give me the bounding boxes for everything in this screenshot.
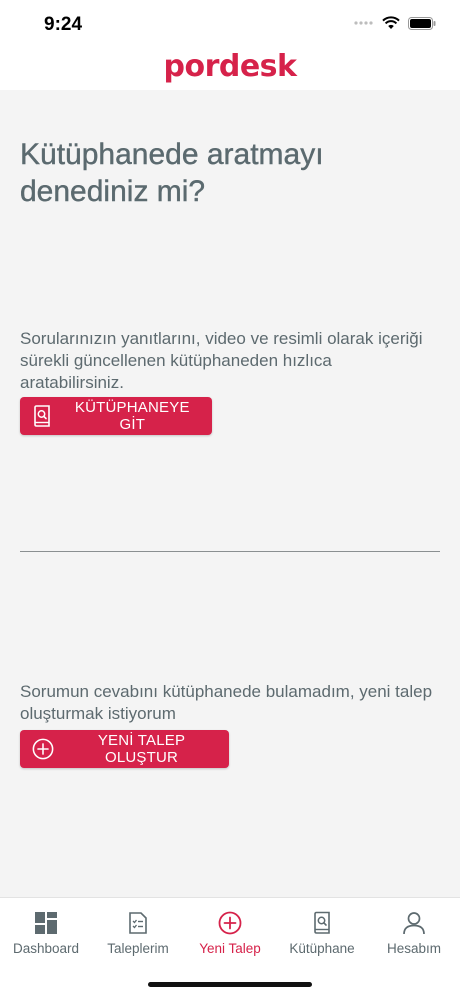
list-icon xyxy=(125,910,151,936)
page-title: Kütüphanede aratmayı denediniz mi? xyxy=(20,138,324,208)
battery-icon xyxy=(408,16,436,30)
tab-hesabim-label: Hesabım xyxy=(386,941,442,956)
dashboard-icon xyxy=(33,910,59,936)
wifi-icon xyxy=(382,16,400,29)
app-header: pordesk xyxy=(0,50,460,90)
tab-hesabim[interactable]: Hesabım xyxy=(368,898,460,968)
section-divider xyxy=(20,551,440,552)
tab-kutuphane-label: Kütüphane xyxy=(289,941,355,956)
status-time: 9:24 xyxy=(44,14,83,35)
library-icon xyxy=(309,910,335,936)
tab-yeni-talep[interactable]: Yeni Talep xyxy=(184,898,276,968)
tab-dashboard-label: Dashboard xyxy=(12,941,80,956)
library-search-icon xyxy=(32,404,53,428)
signal-icon xyxy=(354,21,373,25)
main-content: Kütüphanede aratmayı denediniz mi? Sorul… xyxy=(0,90,460,897)
status-icons xyxy=(354,16,436,30)
create-new-request-label: YENİ TALEP OLUŞTUR xyxy=(97,732,186,766)
go-to-library-label: KÜTÜPHANEYE GİT xyxy=(74,399,190,433)
library-description: Sorularınızın yanıtlarını, video ve resi… xyxy=(20,329,423,392)
user-icon xyxy=(401,910,427,936)
new-request-description: Sorumun cevabını kütüphanede bulamadım, … xyxy=(20,682,433,723)
create-new-request-button[interactable]: YENİ TALEP OLUŞTUR xyxy=(20,730,229,768)
plus-circle-icon xyxy=(32,737,54,761)
pordesk-logo: pordesk xyxy=(163,49,297,84)
tab-taleplerim-label: Taleplerim xyxy=(107,941,169,956)
home-indicator xyxy=(148,982,312,987)
go-to-library-button[interactable]: KÜTÜPHANEYE GİT xyxy=(20,397,212,435)
plus-circle-icon xyxy=(217,910,243,936)
tab-dashboard[interactable]: Dashboard xyxy=(0,898,92,968)
status-bar: 9:24 xyxy=(0,0,460,50)
tab-kutuphane[interactable]: Kütüphane xyxy=(276,898,368,968)
tab-yeni-talep-label: Yeni Talep xyxy=(199,941,261,956)
tab-taleplerim[interactable]: Taleplerim xyxy=(92,898,184,968)
